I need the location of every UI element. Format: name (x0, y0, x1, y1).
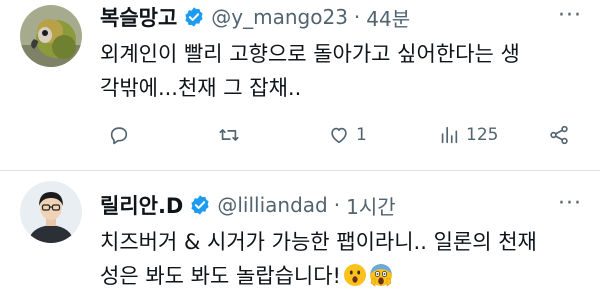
more-options-button[interactable]: ··· (558, 3, 582, 28)
avatar[interactable] (20, 181, 82, 243)
reply-icon (110, 127, 128, 145)
tweet-actions: 1 125 (100, 120, 580, 150)
more-options-button[interactable]: ··· (558, 191, 582, 216)
retweet-button[interactable] (218, 120, 246, 150)
like-count: 1 (356, 125, 367, 145)
timestamp[interactable]: 1시간 (346, 191, 396, 220)
tweet-body: 복슬망고 @y_mango23 · 44분 ··· 외계인이 빨리 고향으로 돌… (100, 3, 590, 105)
tweet-text-line: 각밖에...천재 그 잡채.. (100, 76, 302, 100)
tweet-body: 릴리안.D @lilliandad · 1시간 ··· 치즈버거 & 시거가 가… (100, 191, 590, 293)
tweet-text: 치즈버거 & 시거가 가능한 팹이라니.. 일론의 천재 성은 봐도 봐도 놀랍… (100, 225, 590, 293)
like-icon (331, 127, 347, 144)
timestamp[interactable]: 44분 (366, 3, 410, 32)
tweet-text-segment: 성은 봐도 봐도 놀랍습니다! (100, 264, 341, 288)
screaming-face-emoji (369, 264, 392, 287)
separator-dot: · (353, 5, 361, 29)
verified-badge-icon (191, 195, 209, 215)
view-count: 125 (466, 125, 499, 145)
tweet[interactable]: 복슬망고 @y_mango23 · 44분 ··· 외계인이 빨리 고향으로 돌… (0, 0, 600, 170)
tweet-text-line: 성은 봐도 봐도 놀랍습니다! (100, 259, 590, 293)
retweet-icon (219, 129, 239, 141)
like-button[interactable]: 1 (328, 120, 367, 150)
avatar[interactable] (20, 5, 82, 67)
tweet-text: 외계인이 빨리 고향으로 돌아가고 싶어한다는 생 각밖에...천재 그 잡채.… (100, 37, 590, 105)
tweet-text-line: 치즈버거 & 시거가 가능한 팹이라니.. 일론의 천재 (100, 230, 537, 254)
views-button[interactable]: 125 (438, 120, 498, 150)
tweet-header: 릴리안.D @lilliandad · 1시간 (100, 191, 590, 219)
handle[interactable]: @y_mango23 (211, 5, 348, 29)
tweet-text-line: 외계인이 빨리 고향으로 돌아가고 싶어한다는 생 (100, 42, 520, 66)
display-name[interactable]: 릴리안.D (100, 190, 183, 220)
tweet[interactable]: 릴리안.D @lilliandad · 1시간 ··· 치즈버거 & 시거가 가… (0, 171, 600, 296)
tweet-header: 복슬망고 @y_mango23 · 44분 (100, 3, 590, 31)
views-icon (441, 126, 458, 144)
share-button[interactable] (548, 120, 570, 150)
verified-badge-icon (185, 7, 203, 27)
share-icon (550, 125, 568, 145)
handle[interactable]: @lilliandad (217, 193, 327, 217)
display-name[interactable]: 복슬망고 (100, 2, 177, 32)
separator-dot: · (333, 193, 341, 217)
timeline-feed: 복슬망고 @y_mango23 · 44분 ··· 외계인이 빨리 고향으로 돌… (0, 0, 600, 296)
reply-button[interactable] (108, 120, 136, 150)
hushed-face-emoji (343, 264, 366, 286)
